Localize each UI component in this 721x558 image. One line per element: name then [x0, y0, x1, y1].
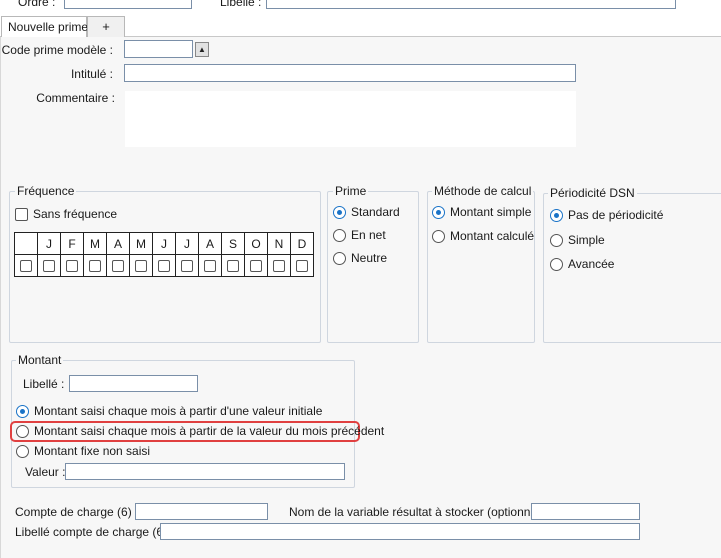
- month-header: A: [198, 232, 222, 255]
- month-checkbox[interactable]: [43, 260, 55, 273]
- code-prime-label: Code prime modèle :: [1, 43, 113, 57]
- month-header: J: [175, 232, 199, 255]
- month-checkbox[interactable]: [227, 260, 239, 273]
- sans-frequence-label: Sans fréquence: [33, 207, 118, 221]
- prime-en-net-label: En net: [351, 228, 386, 242]
- prime-title: Prime: [333, 184, 369, 198]
- methode-calcule-label: Montant calculé: [450, 229, 535, 243]
- periodicite-aucune-label: Pas de périodicité: [568, 208, 664, 222]
- periodicite-simple-label: Simple: [568, 233, 605, 247]
- ordre-label: Ordre :: [18, 0, 56, 9]
- month-cell: [152, 254, 176, 277]
- month-header: O: [244, 232, 268, 255]
- ordre-input[interactable]: [64, 0, 192, 9]
- month-checkbox[interactable]: [273, 260, 285, 273]
- prime-standard-label: Standard: [351, 205, 400, 219]
- month-cell: [175, 254, 199, 277]
- methode-title: Méthode de calcul: [432, 184, 534, 198]
- month-header: A: [106, 232, 130, 255]
- compte-charge-label: Compte de charge (6) :: [15, 505, 139, 519]
- month-checkbox[interactable]: [135, 260, 147, 273]
- month-checkbox[interactable]: [112, 260, 124, 273]
- code-prime-dropdown-button[interactable]: ▲: [195, 42, 209, 57]
- methode-simple-label: Montant simple: [450, 205, 532, 219]
- month-header: J: [37, 232, 61, 255]
- nom-variable-input[interactable]: [531, 503, 640, 520]
- periodicite-avancee-label: Avancée: [568, 257, 615, 271]
- montant-mois-precedent-radio[interactable]: [16, 425, 29, 438]
- month-checkbox[interactable]: [250, 260, 262, 273]
- compte-charge-input[interactable]: [135, 503, 268, 520]
- montant-libelle-label: Libellé :: [23, 377, 65, 391]
- month-cell: [129, 254, 153, 277]
- montant-title: Montant: [16, 353, 64, 367]
- months-table: J F M A M J J A S O N D: [14, 232, 314, 277]
- intitule-label: Intitulé :: [70, 67, 113, 81]
- month-checkbox[interactable]: [296, 260, 308, 273]
- month-header: F: [60, 232, 84, 255]
- month-checkbox[interactable]: [181, 260, 193, 273]
- libelle-compte-label: Libellé compte de charge (6) :: [15, 525, 174, 539]
- methode-simple-radio[interactable]: [432, 206, 445, 219]
- valeur-input[interactable]: [65, 463, 345, 480]
- month-header: M: [129, 232, 153, 255]
- prime-standard-radio[interactable]: [333, 206, 346, 219]
- month-checkbox[interactable]: [204, 260, 216, 273]
- periodicite-simple-radio[interactable]: [550, 234, 563, 247]
- nom-variable-label: Nom de la variable résultat à stocker (o…: [289, 505, 551, 519]
- month-header: D: [290, 232, 314, 255]
- periodicite-title: Périodicité DSN: [548, 186, 637, 200]
- frequence-title: Fréquence: [15, 184, 77, 198]
- month-cell: [221, 254, 245, 277]
- month-spacer: [14, 232, 38, 255]
- month-header: N: [267, 232, 291, 255]
- tab-nouvelle-prime[interactable]: Nouvelle prime: [1, 16, 89, 38]
- intitule-input[interactable]: [124, 64, 576, 82]
- month-cell: [106, 254, 130, 277]
- periodicite-aucune-radio[interactable]: [550, 209, 563, 222]
- plus-icon: +: [102, 19, 110, 34]
- month-cell: [267, 254, 291, 277]
- sans-frequence-checkbox[interactable]: [15, 208, 28, 221]
- month-cell: [14, 254, 38, 277]
- months-header-row: J F M A M J J A S O N D: [14, 232, 314, 255]
- all-months-checkbox[interactable]: [20, 260, 32, 273]
- month-cell: [37, 254, 61, 277]
- month-cell: [244, 254, 268, 277]
- month-cell: [198, 254, 222, 277]
- montant-fixe-label: Montant fixe non saisi: [34, 444, 151, 458]
- montant-libelle-input[interactable]: [69, 375, 198, 392]
- valeur-label: Valeur :: [25, 465, 66, 479]
- month-header: S: [221, 232, 245, 255]
- tab-bar: Nouvelle prime +: [0, 16, 721, 38]
- add-tab-button[interactable]: +: [87, 16, 125, 38]
- month-header: M: [83, 232, 107, 255]
- month-checkbox[interactable]: [89, 260, 101, 273]
- months-checkbox-row: [14, 254, 314, 277]
- month-checkbox[interactable]: [158, 260, 170, 273]
- montant-mois-precedent-label: Montant saisi chaque mois à partir de la…: [34, 424, 385, 438]
- month-cell: [83, 254, 107, 277]
- tab-label: Nouvelle prime: [8, 20, 89, 34]
- code-prime-input[interactable]: [124, 40, 193, 58]
- month-header: J: [152, 232, 176, 255]
- month-cell: [60, 254, 84, 277]
- montant-valeur-initiale-radio[interactable]: [16, 405, 29, 418]
- month-checkbox[interactable]: [66, 260, 78, 273]
- libelle-top-label: Libellé :: [220, 0, 262, 9]
- periodicite-avancee-radio[interactable]: [550, 258, 563, 271]
- libelle-compte-input[interactable]: [160, 523, 640, 540]
- commentaire-label: Commentaire :: [36, 91, 115, 105]
- montant-fixe-radio[interactable]: [16, 445, 29, 458]
- montant-valeur-initiale-label: Montant saisi chaque mois à partir d'une…: [34, 404, 323, 418]
- prime-en-net-radio[interactable]: [333, 229, 346, 242]
- methode-calcule-radio[interactable]: [432, 230, 445, 243]
- prime-neutre-label: Neutre: [351, 251, 388, 265]
- prime-neutre-radio[interactable]: [333, 252, 346, 265]
- commentaire-textarea[interactable]: [125, 91, 576, 147]
- month-cell: [290, 254, 314, 277]
- libelle-top-input[interactable]: [266, 0, 676, 9]
